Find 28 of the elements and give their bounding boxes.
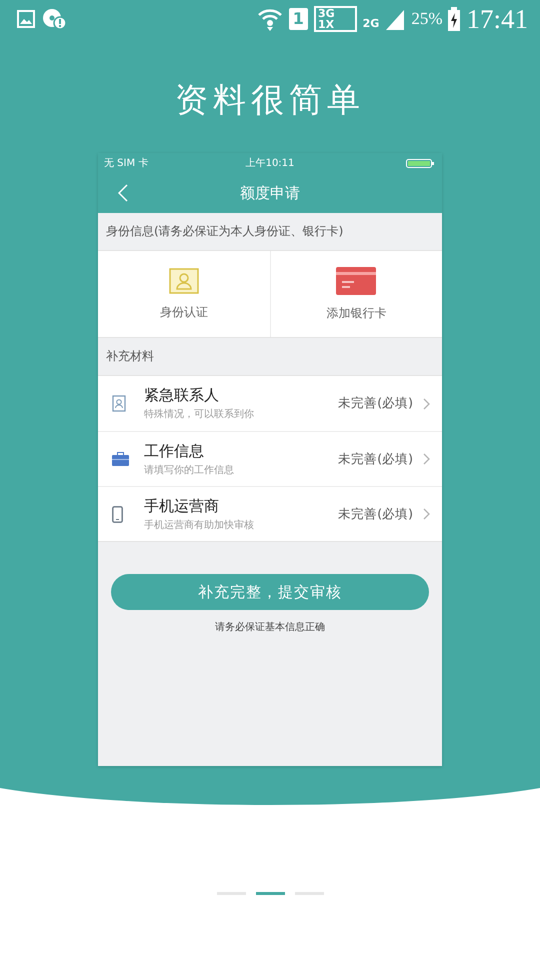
page-indicator[interactable] — [256, 892, 284, 895]
battery-icon — [406, 158, 436, 168]
disc-alert-icon — [42, 8, 68, 30]
chevron-icon — [423, 398, 430, 410]
network-label: 2G — [362, 16, 380, 30]
chevron-icon — [423, 508, 430, 520]
battery-charging-icon — [448, 7, 460, 31]
network-indicator: 3G 1X — [314, 6, 357, 32]
wifi-icon — [256, 7, 283, 31]
screen-title: 额度申请 — [240, 184, 300, 202]
sim-slot: 1 — [288, 8, 308, 30]
bank-card-icon — [336, 266, 376, 294]
clock: 17:41 — [466, 4, 528, 34]
section-header: 身份信息(请务必保证为本人身份证、银行卡) — [105, 223, 344, 240]
headline: 资料很简单 — [175, 79, 365, 121]
back-icon[interactable] — [118, 184, 128, 202]
phone-icon — [112, 506, 123, 522]
signal-icon — [385, 8, 406, 30]
id-card-icon — [168, 268, 199, 294]
briefcase-icon — [112, 452, 129, 466]
chevron-icon — [423, 453, 430, 465]
section-header: 补充材料 — [105, 348, 155, 365]
contact-card-icon — [112, 395, 126, 412]
battery-percent: 25% — [411, 9, 442, 29]
carrier-label: 无 SIM 卡 — [104, 156, 148, 170]
clock: 上午10:11 — [246, 156, 294, 170]
image-icon — [16, 9, 36, 29]
notice-text: 请务必保证基本信息正确 — [214, 620, 326, 634]
